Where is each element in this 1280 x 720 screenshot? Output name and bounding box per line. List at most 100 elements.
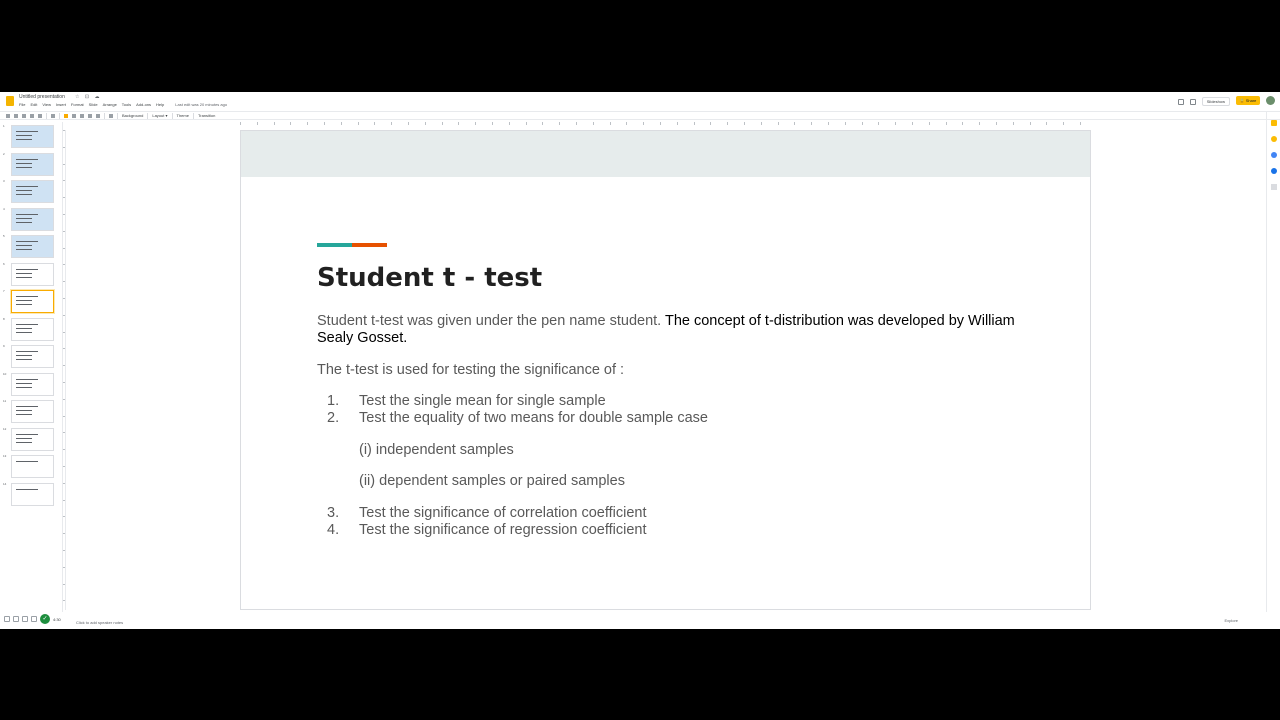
image-icon[interactable] (80, 113, 84, 118)
add-ons-icon[interactable] (1271, 184, 1277, 190)
menu-tools[interactable]: Tools (122, 102, 131, 109)
slide-thumbnail[interactable] (11, 345, 54, 368)
select-tool-icon[interactable] (64, 113, 68, 118)
slide-thumbnail[interactable] (11, 372, 54, 396)
slide-paragraph-intro[interactable]: Student t-test was given under the pen n… (317, 313, 1017, 347)
text-box-icon[interactable] (72, 113, 76, 118)
ruler-tick (912, 122, 913, 125)
slide-canvas[interactable]: Student t - test Student t-test was give… (241, 131, 1090, 609)
ruler-tick (996, 122, 997, 125)
redo-icon[interactable] (22, 113, 26, 118)
contacts-icon[interactable] (1271, 168, 1277, 174)
explore-button[interactable]: Explore (1224, 618, 1238, 623)
comments-icon[interactable] (1177, 98, 1184, 105)
slide-thumbnail[interactable] (11, 125, 54, 148)
background-button[interactable]: Background (122, 113, 143, 118)
calendar-icon[interactable] (1271, 152, 1277, 158)
document-title[interactable]: Untitled presentation (19, 94, 65, 100)
slide-thumbnail[interactable] (11, 235, 54, 258)
slide-title[interactable]: Student t - test (317, 263, 542, 293)
slide-thumbnail[interactable] (11, 290, 54, 313)
menu-slide[interactable]: Slide (89, 102, 98, 109)
list-item[interactable]: 2. Test the equality of two means for dou… (317, 410, 917, 427)
print-icon[interactable] (30, 113, 34, 118)
list-item[interactable]: 1. Test the single mean for single sample (317, 393, 917, 410)
menu-view[interactable]: View (42, 102, 51, 109)
filmstrip-slide[interactable]: 14 (0, 482, 60, 506)
filmstrip-slide[interactable]: 4 (0, 207, 60, 231)
ruler-tick (727, 122, 729, 125)
list-item[interactable]: 3. Test the significance of correlation c… (317, 505, 917, 522)
last-edit-status[interactable]: Last edit was 20 minutes ago (175, 102, 227, 109)
ruler-tick (424, 122, 426, 125)
theme-button[interactable]: Theme (177, 113, 189, 118)
menu-help[interactable]: Help (156, 102, 164, 109)
slide-thumbnail[interactable] (11, 455, 54, 478)
star-move-cloud-icons[interactable]: ☆ ⊡ ☁ (75, 94, 101, 100)
thumbnail-text-line (16, 437, 32, 439)
new-slide-icon[interactable] (6, 113, 10, 118)
zoom-icon[interactable] (51, 113, 55, 118)
ruler-tick (878, 122, 880, 125)
filmstrip-slide[interactable]: 2 (0, 152, 60, 176)
slide-thumbnail[interactable] (11, 482, 54, 506)
list-item[interactable]: (i) independent samples (317, 442, 917, 459)
comment-icon[interactable] (109, 113, 113, 118)
filmstrip-view-icon[interactable] (13, 616, 19, 622)
speaker-notes-placeholder[interactable]: Click to add speaker notes (76, 620, 123, 625)
slide-thumbnail[interactable] (11, 262, 54, 286)
filmstrip-slide[interactable]: 13 (0, 454, 60, 478)
check-icon[interactable]: ✓ (40, 614, 50, 624)
undo-icon[interactable] (14, 113, 18, 118)
vertical-ruler[interactable] (62, 130, 66, 610)
filmstrip-slide[interactable]: 5 (0, 234, 60, 258)
slide-thumbnail[interactable] (11, 180, 54, 203)
ruler-tick (63, 449, 65, 451)
filmstrip-slide[interactable]: 11 (0, 399, 60, 423)
transition-button[interactable]: Transition (198, 113, 215, 118)
menu-file[interactable]: File (19, 102, 25, 109)
thumbnail-text-line (16, 194, 32, 195)
filmstrip-slide[interactable]: 1 (0, 124, 60, 148)
filmstrip-slide[interactable]: 8 (0, 317, 60, 341)
ruler-tick (63, 348, 65, 350)
slide-thumbnail[interactable] (11, 427, 54, 451)
menu-edit[interactable]: Edit (30, 102, 37, 109)
paint-format-icon[interactable] (38, 113, 42, 118)
list-item[interactable]: 4. Test the significance of regression co… (317, 522, 917, 539)
collapse-icon[interactable] (22, 616, 28, 622)
share-button[interactable]: 🔒 Share (1236, 96, 1260, 105)
tasks-icon[interactable] (1271, 136, 1277, 142)
slide-thumbnail[interactable] (11, 207, 54, 231)
list-item[interactable]: (ii) dependent samples or paired samples (317, 473, 917, 490)
slide-thumbnail[interactable] (11, 152, 54, 176)
filmstrip-slide[interactable]: 9 (0, 344, 60, 368)
line-icon[interactable] (96, 113, 100, 118)
menu-arrange[interactable]: Arrange (103, 102, 117, 109)
filmstrip-slide[interactable]: 6 (0, 262, 60, 286)
slide-thumbnail[interactable] (11, 400, 54, 423)
filmstrip-slide[interactable]: 3 (0, 179, 60, 203)
menu-addons[interactable]: Add-ons (136, 102, 151, 109)
keep-icon[interactable] (1271, 120, 1277, 126)
menu-insert[interactable]: Insert (56, 102, 66, 109)
menu-format[interactable]: Format (71, 102, 84, 109)
horizontal-ruler[interactable] (240, 122, 1090, 127)
avatar[interactable] (1266, 96, 1275, 105)
filmstrip-slide[interactable]: 10 (0, 372, 60, 396)
ruler-tick (508, 122, 510, 125)
slideshow-button[interactable]: Slideshow (1201, 97, 1230, 106)
layout-button[interactable]: Layout ▾ (152, 113, 167, 118)
slides-logo-icon[interactable] (6, 96, 14, 106)
slide-thumbnail[interactable] (11, 317, 54, 341)
present-options-icon[interactable] (1189, 98, 1196, 105)
slide-paragraph-usage[interactable]: The t-test is used for testing the signi… (317, 362, 624, 379)
shape-icon[interactable] (88, 113, 92, 118)
filmstrip-slide[interactable]: 7 (0, 289, 60, 313)
thumbnail-text-line (16, 139, 32, 140)
filmstrip-slide[interactable]: 12 (0, 427, 60, 451)
expand-icon[interactable] (31, 616, 37, 622)
grid-view-icon[interactable] (4, 616, 10, 622)
ruler-tick (273, 122, 275, 125)
ruler-tick (693, 122, 695, 125)
